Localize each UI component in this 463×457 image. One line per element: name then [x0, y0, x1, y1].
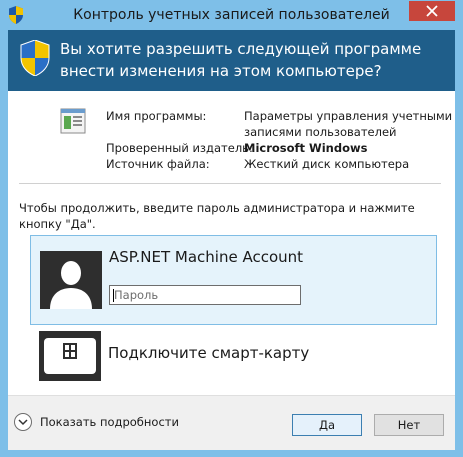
account-tile[interactable]: ASP.NET Machine Account — [30, 235, 437, 325]
divider — [19, 183, 441, 184]
prompt-banner: Вы хотите разрешить следующей программе … — [8, 30, 455, 91]
show-details-label: Показать подробности — [40, 415, 179, 429]
close-icon — [426, 5, 438, 17]
password-field[interactable] — [109, 285, 301, 305]
smart-card-icon — [39, 331, 101, 381]
file-source-value: Жесткий диск компьютера — [244, 157, 410, 171]
window-title: Контроль учетных записей пользователей — [73, 7, 390, 23]
file-source-label: Источник файла: — [106, 157, 210, 171]
user-avatar-icon — [40, 251, 102, 309]
dialog-footer: Показать подробности Да Нет — [8, 395, 455, 450]
text-caret — [113, 289, 114, 302]
close-button[interactable] — [409, 1, 455, 21]
title-bar: Контроль учетных записей пользователей — [0, 0, 463, 30]
uac-shield-icon — [20, 40, 50, 76]
show-details-toggle[interactable]: Показать подробности — [14, 412, 179, 432]
program-icon — [60, 108, 86, 134]
publisher-value: Microsoft Windows — [244, 141, 368, 155]
dialog-content: Вы хотите разрешить следующей программе … — [8, 30, 455, 450]
account-name: ASP.NET Machine Account — [109, 248, 304, 266]
publisher-label: Проверенный издатель: — [106, 141, 253, 155]
smart-card-option[interactable]: Подключите смарт-карту — [30, 328, 437, 383]
chevron-down-icon — [14, 413, 32, 431]
program-name-value: Параметры управления учетными записями п… — [244, 109, 453, 139]
smart-card-label: Подключите смарт-карту — [108, 344, 310, 362]
prompt-question: Вы хотите разрешить следующей программе … — [60, 40, 422, 80]
program-name-label: Имя программы: — [106, 109, 207, 123]
instruction-text: Чтобы продолжить, введите пароль админис… — [19, 201, 415, 231]
no-button[interactable]: Нет — [374, 414, 444, 436]
yes-button[interactable]: Да — [292, 414, 362, 436]
uac-dialog: Контроль учетных записей пользователей В… — [0, 0, 463, 457]
